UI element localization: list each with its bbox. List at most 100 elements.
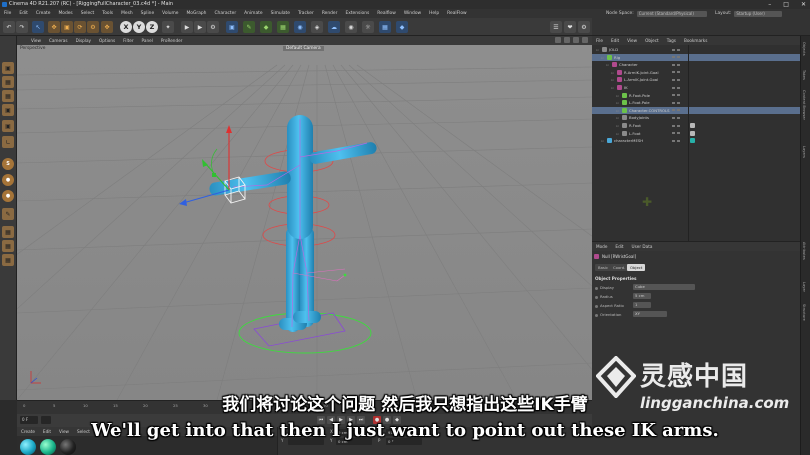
- orientation-dropdown[interactable]: XY: [633, 311, 667, 317]
- om-menu-tags[interactable]: Tags: [663, 38, 680, 43]
- ik-tag-icon[interactable]: [690, 130, 695, 136]
- tab-object[interactable]: Object: [627, 264, 646, 271]
- render-visibility-dot[interactable]: [677, 101, 680, 104]
- editor-visibility-dot[interactable]: [672, 63, 675, 66]
- orbit-icon[interactable]: [573, 37, 579, 43]
- dock-tab-structure[interactable]: Structure: [802, 304, 806, 321]
- zoom-icon[interactable]: [564, 37, 570, 43]
- attr-menu-edit[interactable]: Edit: [611, 244, 627, 249]
- om-object-row[interactable]: ▫ BodyJoints: [592, 114, 800, 121]
- workplane-icon[interactable]: ☰: [550, 21, 562, 33]
- om-object-row[interactable]: ▫ Character.CONTROLS: [592, 106, 800, 114]
- array-generator-icon[interactable]: ▦: [277, 21, 289, 33]
- editor-visibility-dot[interactable]: [672, 116, 675, 119]
- grid-display-icon[interactable]: ▦: [379, 21, 391, 33]
- node-space-dropdown[interactable]: Current (Standard/Physical): [636, 10, 707, 17]
- viewport-menu-display[interactable]: Display: [72, 38, 95, 43]
- floor-grid-icon[interactable]: ▦: [2, 226, 14, 238]
- dock-tab-layer[interactable]: Layer: [802, 282, 806, 292]
- material-cyan[interactable]: [20, 439, 36, 455]
- expand-toggle-icon[interactable]: ▫: [611, 76, 614, 83]
- expand-toggle-icon[interactable]: ▫: [601, 137, 604, 144]
- display-dropdown[interactable]: Cube: [633, 284, 695, 290]
- move-tool-icon[interactable]: ✥: [48, 21, 60, 33]
- pen-spline-icon[interactable]: ✎: [243, 21, 255, 33]
- editor-visibility-dot[interactable]: [672, 94, 675, 97]
- om-object-row[interactable]: ▫ Rig: [592, 53, 800, 61]
- expand-toggle-icon[interactable]: ▫: [616, 130, 619, 137]
- om-object-row[interactable]: ▫ characterMESH: [592, 137, 800, 144]
- editor-visibility-dot[interactable]: [672, 48, 675, 51]
- tab-basic[interactable]: Basic: [595, 264, 612, 271]
- editor-visibility-dot[interactable]: [672, 101, 675, 104]
- viewport-menu-options[interactable]: Options: [95, 38, 119, 43]
- om-menu-view[interactable]: View: [623, 38, 641, 43]
- render-visibility-dot[interactable]: [677, 132, 680, 135]
- expand-toggle-icon[interactable]: ▫: [611, 84, 614, 91]
- menu-tracker[interactable]: Tracker: [294, 11, 318, 16]
- x-axis-lock-button[interactable]: X: [120, 21, 132, 33]
- menu-mograph[interactable]: MoGraph: [183, 11, 211, 16]
- editor-visibility-dot[interactable]: [672, 78, 675, 81]
- render-visibility-dot[interactable]: [677, 48, 680, 51]
- om-menu-edit[interactable]: Edit: [607, 38, 623, 43]
- solo-selection-icon[interactable]: ●: [2, 174, 14, 186]
- pole-target[interactable]: [343, 273, 347, 277]
- menu-character[interactable]: Character: [210, 11, 240, 16]
- render-visibility-dot[interactable]: [677, 86, 680, 89]
- menu-animate[interactable]: Animate: [240, 11, 266, 16]
- viewport-menu-cameras[interactable]: Cameras: [45, 38, 72, 43]
- menu-realflow[interactable]: Realflow: [373, 11, 400, 16]
- expand-toggle-icon[interactable]: ▫: [606, 61, 609, 68]
- camera-icon[interactable]: ◉: [345, 21, 357, 33]
- radius-field[interactable]: 5 cm: [633, 293, 651, 299]
- viewport-menu-prorender[interactable]: ProRender: [157, 38, 187, 43]
- rotate-tool-icon[interactable]: ⟳: [74, 21, 86, 33]
- render-visibility-dot[interactable]: [677, 63, 680, 66]
- om-menu-bookmarks[interactable]: Bookmarks: [680, 38, 711, 43]
- menu-create[interactable]: Create: [32, 11, 55, 16]
- menu-tools[interactable]: Tools: [98, 11, 117, 16]
- solo-button[interactable]: S: [2, 158, 14, 170]
- render-visibility-dot[interactable]: [677, 56, 680, 59]
- tab-coord[interactable]: Coord.: [610, 264, 629, 271]
- layout-dropdown[interactable]: Startup (User): [734, 10, 783, 17]
- editor-visibility-dot[interactable]: [672, 71, 675, 74]
- render-visibility-dot[interactable]: [677, 71, 680, 74]
- material-menu-edit[interactable]: Edit: [39, 429, 55, 434]
- viewport-menu-panel[interactable]: Panel: [138, 38, 157, 43]
- expand-toggle-icon[interactable]: ▫: [616, 122, 619, 129]
- om-menu-object[interactable]: Object: [641, 38, 663, 43]
- expand-toggle-icon[interactable]: ▫: [596, 46, 599, 53]
- deformer-icon[interactable]: ◈: [311, 21, 323, 33]
- keyframe-dot-icon[interactable]: [595, 295, 598, 299]
- environment-icon[interactable]: ☁: [328, 21, 340, 33]
- viewport-camera-label[interactable]: Default Camera: [283, 46, 324, 51]
- editor-visibility-dot[interactable]: [672, 86, 675, 89]
- model-mode-icon[interactable]: ▦: [2, 76, 14, 88]
- render-view-icon[interactable]: ▶: [181, 21, 193, 33]
- dock-tab-content-browser[interactable]: Content Browser: [802, 90, 806, 120]
- dock-tab-takes[interactable]: Takes: [802, 70, 806, 80]
- material-teal[interactable]: [40, 439, 56, 455]
- scale-tool-icon[interactable]: ▣: [61, 21, 73, 33]
- menu-window[interactable]: Window: [400, 11, 425, 16]
- menu-file[interactable]: File: [0, 11, 15, 16]
- viewport-menu-filter[interactable]: Filter: [119, 38, 137, 43]
- pan-icon[interactable]: [555, 37, 561, 43]
- om-object-row[interactable]: ▫ Character: [592, 61, 800, 68]
- point-mode-icon[interactable]: ▣: [2, 104, 14, 116]
- editor-visibility-dot[interactable]: [672, 56, 675, 59]
- menu-spline[interactable]: Spline: [137, 11, 159, 16]
- keyframe-dot-icon[interactable]: [595, 304, 598, 308]
- edge-mode-icon[interactable]: ▣: [2, 120, 14, 132]
- terrain-icon[interactable]: ▦: [2, 254, 14, 266]
- polygon-mode-icon[interactable]: ∟: [2, 136, 14, 148]
- start-frame-field[interactable]: [41, 416, 51, 424]
- cube-primitive-icon[interactable]: ▣: [226, 21, 238, 33]
- render-picture-viewer-icon[interactable]: ▶: [194, 21, 206, 33]
- expand-toggle-icon[interactable]: ▫: [616, 107, 619, 114]
- expand-toggle-icon[interactable]: ▫: [616, 99, 619, 106]
- subdivision-generator-icon[interactable]: ◆: [260, 21, 272, 33]
- om-object-row[interactable]: ▫ R.Foot: [592, 122, 800, 129]
